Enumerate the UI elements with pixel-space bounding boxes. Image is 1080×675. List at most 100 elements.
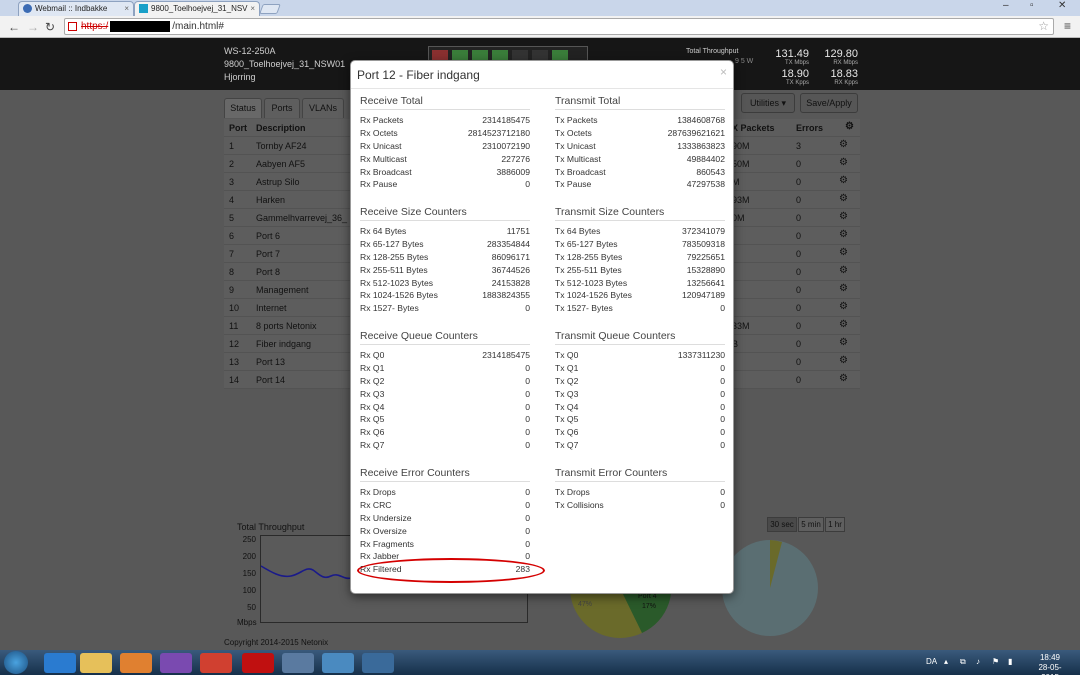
gear-icon[interactable]: ⚙: [839, 355, 848, 366]
close-icon[interactable]: ×: [720, 65, 727, 79]
tray-network-icon[interactable]: ⧉: [960, 657, 966, 667]
gear-icon[interactable]: ⚙: [839, 283, 848, 294]
modal-title: Port 12 - Fiber indgang: [357, 68, 480, 82]
counter-row: Rx Q3 0: [360, 388, 530, 401]
counter-row: Rx 1024-1526 Bytes 1883824355: [360, 289, 530, 302]
counter-row: Tx Q6 0: [555, 426, 725, 439]
tray-expand-icon[interactable]: ▴: [944, 657, 948, 666]
gear-icon[interactable]: ⚙: [839, 139, 848, 150]
maximize-icon[interactable]: ▫: [1030, 0, 1034, 11]
tray-volume-icon[interactable]: ♪: [976, 657, 980, 666]
file-explorer-icon[interactable]: [80, 653, 112, 673]
virtualbox-icon[interactable]: [282, 653, 314, 673]
gear-icon[interactable]: ⚙: [839, 337, 848, 348]
counter-row: Rx Fragments 0: [360, 538, 530, 551]
counter-label: Rx 128-255 Bytes: [360, 251, 429, 262]
close-window-icon[interactable]: ✕: [1058, 0, 1066, 11]
counter-row: Tx 128-255 Bytes 79225651: [555, 251, 725, 264]
app-icon[interactable]: [160, 653, 192, 673]
clock-time: 18:49: [1039, 653, 1061, 662]
tab-ports[interactable]: Ports: [264, 98, 300, 118]
gear-icon[interactable]: ⚙: [845, 121, 854, 132]
opera-icon[interactable]: [242, 653, 274, 673]
gear-icon[interactable]: ⚙: [839, 175, 848, 186]
gear-icon[interactable]: ⚙: [839, 229, 848, 240]
counter-label: Rx Octets: [360, 127, 398, 138]
bookmark-star-icon[interactable]: ☆: [1038, 19, 1049, 34]
port-number: 10: [229, 303, 240, 313]
utilities-button[interactable]: Utilities ▾: [741, 93, 795, 113]
y-unit: Mbps: [237, 618, 257, 627]
menu-icon[interactable]: ≡: [1064, 19, 1071, 33]
language-indicator[interactable]: DA: [926, 657, 937, 666]
gear-icon[interactable]: ⚙: [839, 247, 848, 258]
close-icon[interactable]: ×: [250, 2, 255, 15]
taskbar-clock[interactable]: 18:49 28-05-2015: [1030, 653, 1070, 675]
tab-status[interactable]: Status: [224, 98, 262, 118]
save-apply-button[interactable]: Save/Apply: [800, 93, 858, 113]
counter-value: 0: [720, 362, 725, 373]
forward-icon[interactable]: →: [27, 20, 39, 34]
back-icon[interactable]: ←: [8, 20, 20, 34]
range-5min-button[interactable]: 5 min: [798, 517, 824, 532]
browser-tab-switch[interactable]: 9800_Toelhoejvej_31_NSV ×: [134, 1, 260, 16]
modal-divider: [351, 88, 733, 89]
gear-icon[interactable]: ⚙: [839, 265, 848, 276]
range-1hr-button[interactable]: 1 hr: [825, 517, 845, 532]
errors-value: 0: [796, 249, 802, 259]
gear-icon[interactable]: ⚙: [839, 193, 848, 204]
tray-signal-icon[interactable]: ▮: [1008, 657, 1012, 666]
port-number: 13: [229, 357, 240, 367]
counter-value: 13256641: [686, 277, 725, 288]
rx-mbps-value: 129.80: [824, 48, 858, 60]
reload-icon[interactable]: ↻: [45, 20, 55, 34]
port-description: Gammelhvarrevej_36_: [256, 213, 348, 223]
errors-value: 0: [796, 321, 802, 331]
counter-row: Rx Multicast 227276: [360, 153, 530, 166]
range-30s-button[interactable]: 30 sec: [767, 517, 797, 532]
tab-vlans[interactable]: VLANs: [302, 98, 344, 118]
total-throughput-label: Total Throughput: [686, 48, 739, 55]
y-tick: 250: [242, 535, 256, 544]
port-number: 4: [229, 195, 235, 205]
counter-row: Tx Multicast 49884402: [555, 153, 725, 166]
gear-icon[interactable]: ⚙: [839, 319, 848, 330]
insecure-lock-icon: [68, 22, 77, 31]
counter-row: Rx 64 Bytes 11751: [360, 225, 530, 238]
close-icon[interactable]: ×: [124, 2, 129, 15]
counter-value: 1337311230: [677, 350, 725, 360]
tray-flag-icon[interactable]: ⚑: [992, 657, 999, 666]
counter-value: 2310072190: [482, 140, 530, 151]
browser-tab-webmail[interactable]: Webmail :: Indbakke ×: [18, 1, 134, 16]
counter-section: Transmit Queue Counters Tx Q0 1337311230 Tx…: [555, 329, 725, 452]
copyright: Copyright 2014-2015 Netonix: [224, 638, 329, 647]
app-window-icon[interactable]: [362, 653, 394, 673]
chrome-icon[interactable]: [200, 653, 232, 673]
highlight-ellipse: [357, 558, 545, 583]
port-description: Tornby AF24: [256, 141, 307, 151]
counter-label: Rx Q2: [360, 375, 385, 386]
counter-label: Rx Q6: [360, 427, 385, 438]
gear-icon[interactable]: ⚙: [839, 373, 848, 384]
gear-icon[interactable]: ⚙: [839, 301, 848, 312]
gear-icon[interactable]: ⚙: [839, 211, 848, 222]
counter-label: Rx Drops: [360, 487, 396, 497]
remote-desktop-icon[interactable]: [322, 653, 354, 673]
counter-value: 0: [525, 388, 530, 399]
gear-icon[interactable]: ⚙: [839, 157, 848, 168]
minimize-icon[interactable]: ‒: [1003, 0, 1009, 11]
section-title: Receive Total: [360, 94, 530, 110]
windows-taskbar: DA ▴ ⧉ ♪ ⚑ ▮ 18:49 28-05-2015: [0, 650, 1080, 675]
counter-row: Tx Unicast 1333863823: [555, 140, 725, 153]
pie-label-pct1: 47%: [578, 601, 592, 608]
counter-value: 0: [525, 427, 530, 438]
media-player-icon[interactable]: [120, 653, 152, 673]
address-bar[interactable]: https:/ /main.html# ☆: [64, 18, 1054, 35]
counter-row: Tx Q1 0: [555, 362, 725, 375]
internet-explorer-icon[interactable]: [44, 653, 76, 673]
section-title: Receive Error Counters: [360, 466, 530, 482]
counter-row: Tx 65-127 Bytes 783509318: [555, 238, 725, 251]
new-tab-button[interactable]: [259, 4, 281, 14]
windows-start-icon[interactable]: [4, 651, 28, 674]
section-title: Receive Queue Counters: [360, 329, 530, 345]
